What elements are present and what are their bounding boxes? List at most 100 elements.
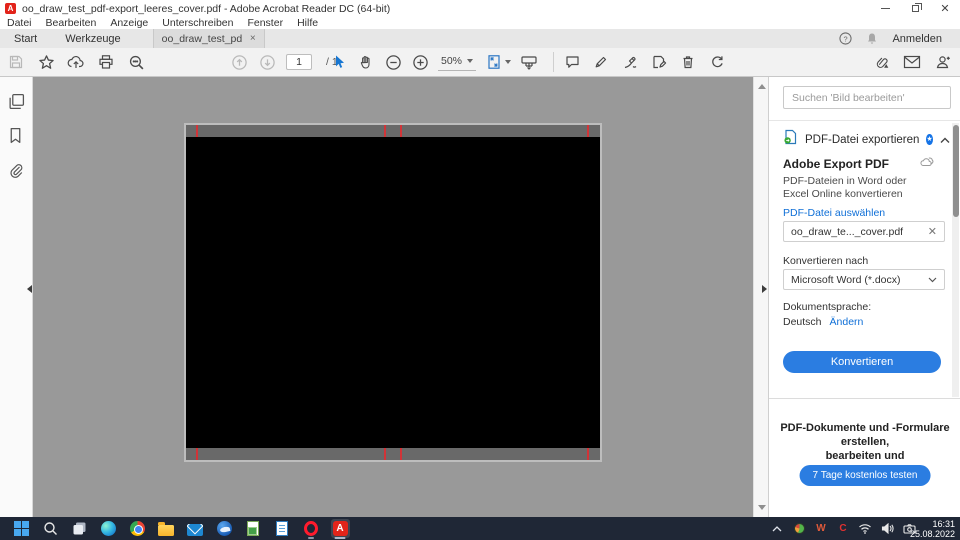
task-view-icon[interactable] xyxy=(70,517,88,540)
scroll-down-icon[interactable] xyxy=(758,505,766,510)
menu-fenster[interactable]: Fenster xyxy=(247,17,283,29)
menu-datei[interactable]: Datei xyxy=(7,17,32,29)
tray-c-app-icon[interactable]: C xyxy=(836,522,850,536)
acrobat-reader-taskbar-icon[interactable]: A xyxy=(331,517,349,540)
zoom-out-icon[interactable] xyxy=(384,53,402,71)
previous-page-icon[interactable] xyxy=(230,53,248,71)
crop-mark xyxy=(587,125,589,137)
convert-button[interactable]: Konvertieren xyxy=(783,351,941,373)
crop-mark xyxy=(587,448,589,460)
signin-link[interactable]: Anmelden xyxy=(892,33,942,45)
menu-unterschreiben[interactable]: Unterschreiben xyxy=(162,17,233,29)
taskbar-clock[interactable]: 16:31 25.08.2022 xyxy=(910,519,955,539)
email-icon[interactable] xyxy=(903,53,921,71)
panel-scrollbar-thumb[interactable] xyxy=(953,125,959,217)
free-trial-button[interactable]: 7 Tage kostenlos testen xyxy=(800,465,931,486)
tab-werkzeuge[interactable]: Werkzeuge xyxy=(51,29,134,48)
zoom-in-icon[interactable] xyxy=(411,53,429,71)
page-number-input[interactable] xyxy=(286,54,312,70)
add-account-icon[interactable] xyxy=(934,53,952,71)
selected-file-name: oo_draw_te..._cover.pdf xyxy=(791,226,903,238)
document-scrollbar[interactable] xyxy=(753,77,768,517)
chevron-down-icon xyxy=(928,274,937,286)
restore-button[interactable] xyxy=(900,0,930,17)
collapse-section-icon[interactable] xyxy=(940,131,950,149)
fit-page-dropdown[interactable] xyxy=(485,53,511,71)
page-thumbnails-icon[interactable] xyxy=(8,93,25,110)
help-icon[interactable]: ? xyxy=(839,32,852,45)
format-select[interactable]: Microsoft Word (*.docx) xyxy=(783,269,945,290)
highlight-icon[interactable] xyxy=(592,53,610,71)
zoom-caret-icon xyxy=(467,59,473,63)
export-pdf-header[interactable]: PDF-Datei exportieren ★ xyxy=(783,129,937,150)
collapse-right-panel-icon[interactable] xyxy=(762,285,767,293)
zoom-level-dropdown[interactable]: 50% xyxy=(438,53,476,71)
svg-text:?: ? xyxy=(844,34,848,43)
bookmarks-icon[interactable] xyxy=(8,127,25,144)
thunderbird-app-icon[interactable] xyxy=(215,517,233,540)
panel-scrollbar[interactable] xyxy=(952,123,959,397)
promo-line: PDF-Dokumente und -Formulare erstellen, xyxy=(777,421,953,449)
wifi-icon[interactable] xyxy=(858,522,872,536)
collapse-left-pane-icon[interactable] xyxy=(27,285,32,293)
section-title: PDF-Datei exportieren xyxy=(805,134,919,146)
libreoffice-writer-icon[interactable] xyxy=(273,517,291,540)
cloud-upload-icon[interactable] xyxy=(67,53,85,71)
menu-hilfe[interactable]: Hilfe xyxy=(297,17,318,29)
file-explorer-icon[interactable] xyxy=(157,517,175,540)
windows-taskbar: A W C 16:31 25.08.2022 xyxy=(0,517,960,540)
crop-mark xyxy=(400,125,402,137)
close-tab-icon[interactable]: × xyxy=(250,33,256,44)
comment-icon[interactable] xyxy=(563,53,581,71)
document-tab-label: oo_draw_test_pdf-e... xyxy=(162,33,242,45)
select-tool-icon[interactable] xyxy=(330,53,348,71)
notifications-bell-icon[interactable] xyxy=(866,32,878,45)
page-display-icon[interactable] xyxy=(520,53,538,71)
navigation-rail xyxy=(0,77,33,517)
opera-browser-icon[interactable] xyxy=(302,517,320,540)
scroll-up-icon[interactable] xyxy=(758,84,766,89)
save-icon[interactable] xyxy=(7,53,25,71)
chrome-browser-icon[interactable] xyxy=(128,517,146,540)
hand-tool-icon[interactable] xyxy=(357,53,375,71)
sign-pen-icon[interactable] xyxy=(621,53,639,71)
document-viewer[interactable] xyxy=(33,77,753,517)
remove-file-icon[interactable]: ✕ xyxy=(928,225,937,238)
cloud-service-icon xyxy=(920,154,935,172)
tools-panel: PDF-Datei exportieren ★ Adobe Export PDF… xyxy=(768,77,960,517)
windows-start-icon[interactable] xyxy=(12,517,30,540)
tab-bar: Start Werkzeuge oo_draw_test_pdf-e... × … xyxy=(0,29,960,48)
system-tray: W C xyxy=(770,517,916,540)
edge-browser-icon[interactable] xyxy=(99,517,117,540)
taskbar-search-icon[interactable] xyxy=(41,517,59,540)
tray-w-app-icon[interactable]: W xyxy=(814,522,828,536)
libreoffice-calc-icon[interactable] xyxy=(244,517,262,540)
menu-anzeige[interactable]: Anzeige xyxy=(110,17,148,29)
next-page-icon[interactable] xyxy=(258,53,276,71)
select-pdf-link[interactable]: PDF-Datei auswählen xyxy=(783,207,885,219)
menu-bearbeiten[interactable]: Bearbeiten xyxy=(46,17,97,29)
menu-bar: Datei Bearbeiten Anzeige Unterschreiben … xyxy=(0,17,960,29)
mail-app-icon[interactable] xyxy=(186,517,204,540)
delete-icon[interactable] xyxy=(679,53,697,71)
change-language-link[interactable]: Ändern xyxy=(830,316,864,328)
close-button[interactable]: ✕ xyxy=(930,0,960,17)
tab-document[interactable]: oo_draw_test_pdf-e... × xyxy=(153,29,265,48)
tray-green-status-icon[interactable] xyxy=(792,522,806,536)
volume-icon[interactable] xyxy=(880,522,894,536)
share-icon[interactable] xyxy=(872,53,890,71)
rotate-icon[interactable] xyxy=(708,53,726,71)
selected-file-box[interactable]: oo_draw_te..._cover.pdf ✕ xyxy=(783,221,945,242)
search-icon[interactable] xyxy=(127,53,145,71)
title-bar: A oo_draw_test_pdf-export_leeres_cover.p… xyxy=(0,0,960,17)
star-favorite-icon[interactable] xyxy=(37,53,55,71)
attachments-icon[interactable] xyxy=(8,162,25,179)
export-pdf-description: PDF-Dateien in Word oder Excel Online ko… xyxy=(783,175,935,201)
minimize-button[interactable] xyxy=(870,0,900,17)
tray-chevron-up-icon[interactable] xyxy=(770,522,784,536)
tab-start[interactable]: Start xyxy=(0,29,51,48)
crop-mark xyxy=(384,448,386,460)
tools-search-input[interactable] xyxy=(783,86,951,109)
edit-page-icon[interactable] xyxy=(650,53,668,71)
print-icon[interactable] xyxy=(97,53,115,71)
